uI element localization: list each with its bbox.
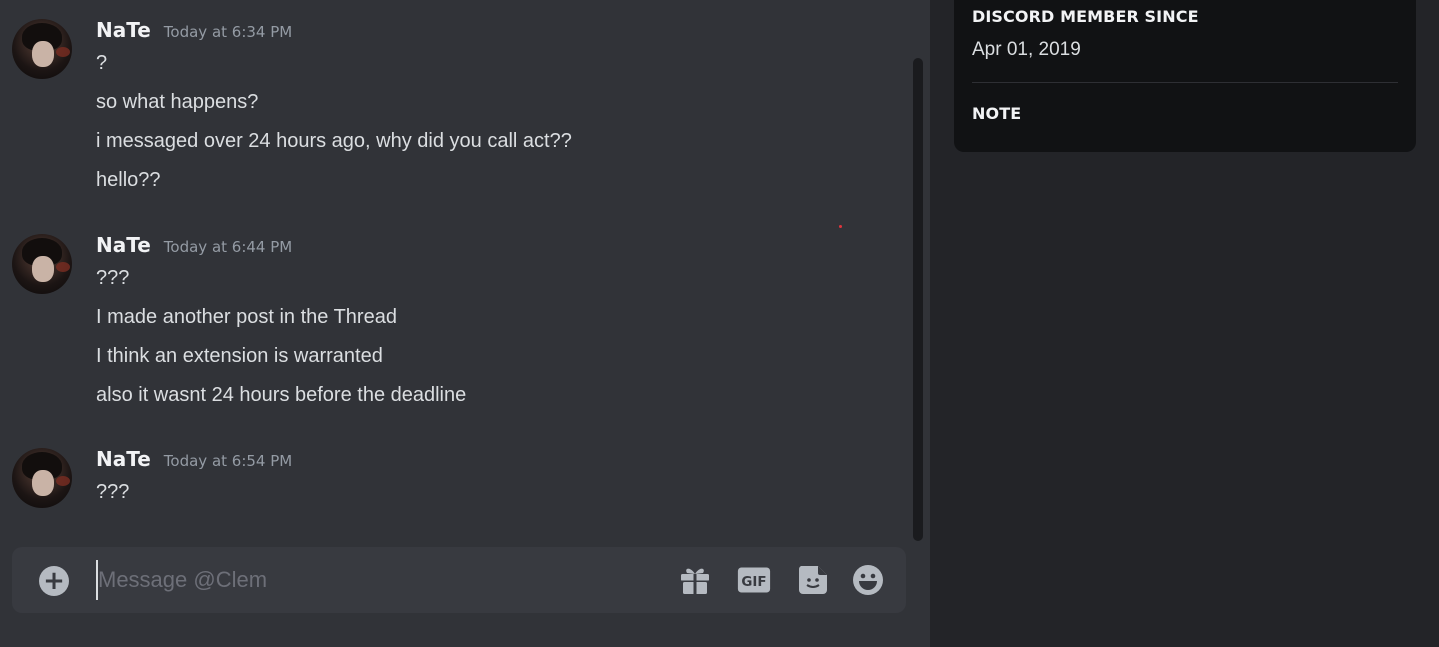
- member-since-date: Apr 01, 2019: [972, 39, 1081, 60]
- username[interactable]: NaTe: [96, 447, 151, 471]
- sticker-icon[interactable]: [796, 563, 830, 597]
- timestamp[interactable]: Today at 6:44 PM: [164, 238, 292, 256]
- message-header: NaTe Today at 6:44 PM: [96, 233, 292, 261]
- avatar[interactable]: [12, 448, 72, 508]
- message-header: NaTe Today at 6:54 PM: [96, 447, 292, 475]
- message-text: hello??: [96, 169, 161, 191]
- message-text: so what happens?: [96, 91, 259, 113]
- avatar[interactable]: [12, 234, 72, 294]
- username[interactable]: NaTe: [96, 18, 151, 42]
- username[interactable]: NaTe: [96, 233, 151, 257]
- message-text: I think an extension is warranted: [96, 345, 383, 367]
- profile-card: DISCORD MEMBER SINCE Apr 01, 2019 NOTE: [954, 0, 1416, 152]
- message-list[interactable]: NaTe Today at 6:34 PM ? so what happens?…: [0, 0, 912, 540]
- gif-label: GIF: [741, 575, 766, 590]
- app-window: NaTe Today at 6:34 PM ? so what happens?…: [0, 0, 1439, 647]
- message-input[interactable]: [96, 560, 656, 600]
- timestamp[interactable]: Today at 6:54 PM: [164, 452, 292, 470]
- chat-area: NaTe Today at 6:34 PM ? so what happens?…: [0, 0, 930, 647]
- profile-panel: DISCORD MEMBER SINCE Apr 01, 2019 NOTE: [930, 0, 1439, 647]
- message-header: NaTe Today at 6:34 PM: [96, 18, 292, 46]
- timestamp[interactable]: Today at 6:34 PM: [164, 23, 292, 41]
- gift-icon[interactable]: [678, 563, 712, 597]
- avatar[interactable]: [12, 19, 72, 79]
- gif-icon[interactable]: GIF: [737, 563, 771, 597]
- message-text: I made another post in the Thread: [96, 306, 397, 328]
- note-heading: NOTE: [972, 104, 1022, 123]
- message-text: ?: [96, 52, 108, 74]
- divider: [972, 82, 1398, 83]
- emoji-icon[interactable]: [851, 563, 885, 597]
- scrollbar-thumb[interactable]: [913, 58, 923, 541]
- indicator-dot: [839, 225, 842, 228]
- message-text: ???: [96, 267, 130, 289]
- message-text: i messaged over 24 hours ago, why did yo…: [96, 130, 572, 152]
- message-text: ???: [96, 481, 130, 503]
- message-text: also it wasnt 24 hours before the deadli…: [96, 384, 467, 406]
- upload-plus-button[interactable]: +: [39, 566, 69, 596]
- member-since-heading: DISCORD MEMBER SINCE: [972, 7, 1199, 26]
- message-composer: + GIF: [12, 547, 906, 613]
